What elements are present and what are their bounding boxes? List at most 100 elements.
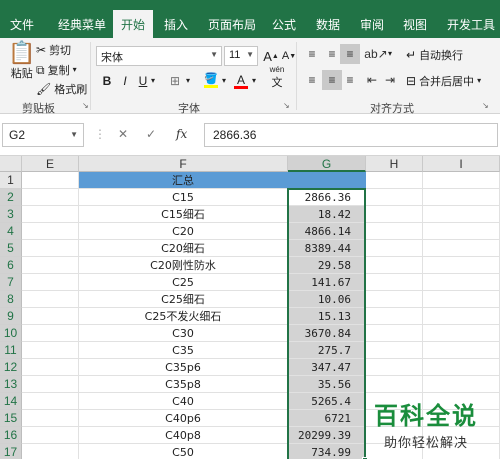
italic-button[interactable]: I	[116, 72, 134, 90]
tab-home[interactable]: 开始	[113, 10, 154, 38]
item-value-cell[interactable]: 10.06	[288, 291, 366, 308]
item-name-cell[interactable]: C25	[79, 274, 288, 291]
item-name-cell[interactable]: C40p8	[79, 427, 288, 444]
select-all-corner[interactable]	[0, 156, 22, 172]
item-value-cell[interactable]: 35.56	[288, 376, 366, 393]
chevron-down-icon[interactable]: ▾	[151, 77, 155, 85]
font-size-select[interactable]: 11 ▼	[224, 46, 258, 66]
tab-insert[interactable]: 插入	[164, 16, 188, 33]
item-name-cell[interactable]: C25细石	[79, 291, 288, 308]
item-value-cell[interactable]: 2866.36	[288, 189, 366, 206]
cell-h[interactable]	[366, 308, 423, 325]
chevron-down-icon[interactable]: ▾	[252, 77, 256, 85]
item-value-cell[interactable]: 8389.44	[288, 240, 366, 257]
cell-e[interactable]	[22, 410, 79, 427]
orientation-icon[interactable]: ab↗	[364, 44, 388, 64]
align-center-icon[interactable]: ≡	[322, 70, 342, 90]
cell-e[interactable]	[22, 274, 79, 291]
chevron-down-icon[interactable]: ▾	[186, 77, 190, 85]
summary-header-cell[interactable]: 汇总	[79, 172, 288, 189]
increase-font-icon[interactable]: A ▲	[262, 47, 280, 65]
chevron-down-icon[interactable]: ▾	[222, 77, 226, 85]
item-name-cell[interactable]: C20细石	[79, 240, 288, 257]
row-header[interactable]: 3	[0, 206, 22, 223]
paste-button[interactable]: 📋 粘贴	[8, 42, 35, 81]
row-header[interactable]: 14	[0, 393, 22, 410]
cell-h[interactable]	[366, 172, 423, 189]
item-name-cell[interactable]: C30	[79, 325, 288, 342]
item-name-cell[interactable]: C25不发火细石	[79, 308, 288, 325]
align-left-icon[interactable]: ≡	[302, 70, 322, 90]
cell-e[interactable]	[22, 325, 79, 342]
align-middle-icon[interactable]: ≡	[322, 44, 342, 64]
cell-i[interactable]	[423, 206, 500, 223]
item-value-cell[interactable]: 20299.39	[288, 427, 366, 444]
cell-e[interactable]	[22, 308, 79, 325]
row-header[interactable]: 11	[0, 342, 22, 359]
cell-h[interactable]	[366, 240, 423, 257]
cell-i[interactable]	[423, 376, 500, 393]
align-top-icon[interactable]: ≡	[302, 44, 322, 64]
cell-e[interactable]	[22, 342, 79, 359]
chevron-down-icon[interactable]: ▾	[388, 50, 392, 58]
row-header[interactable]: 9	[0, 308, 22, 325]
row-header[interactable]: 4	[0, 223, 22, 240]
cell-i[interactable]	[423, 308, 500, 325]
copy-button[interactable]: ⧉ 复制 ▾	[36, 62, 77, 78]
item-name-cell[interactable]: C50	[79, 444, 288, 459]
item-name-cell[interactable]: C20刚性防水	[79, 257, 288, 274]
cell-e[interactable]	[22, 206, 79, 223]
item-name-cell[interactable]: C35	[79, 342, 288, 359]
cell-e[interactable]	[22, 393, 79, 410]
item-name-cell[interactable]: C35p6	[79, 359, 288, 376]
item-name-cell[interactable]: C15	[79, 189, 288, 206]
formula-input[interactable]: 2866.36	[204, 123, 498, 147]
cell-h[interactable]	[366, 189, 423, 206]
item-value-cell[interactable]: 18.42	[288, 206, 366, 223]
item-value-cell[interactable]: 4866.14	[288, 223, 366, 240]
underline-button[interactable]: U	[134, 72, 152, 90]
cell-i[interactable]	[423, 359, 500, 376]
dialog-launcher-icon[interactable]: ↘	[482, 102, 489, 110]
cell-i[interactable]	[423, 223, 500, 240]
column-header-f[interactable]: F	[79, 156, 288, 172]
format-painter-button[interactable]: 🖌 格式刷	[36, 81, 87, 97]
font-color-button[interactable]: A	[232, 72, 250, 90]
cell-h[interactable]	[366, 223, 423, 240]
column-header-h[interactable]: H	[366, 156, 423, 172]
cell-e[interactable]	[22, 189, 79, 206]
row-header[interactable]: 7	[0, 274, 22, 291]
cell-i[interactable]	[423, 274, 500, 291]
tab-data[interactable]: 数据	[316, 16, 340, 33]
cell-e[interactable]	[22, 359, 79, 376]
name-box[interactable]: G2 ▼	[2, 123, 84, 147]
decrease-indent-icon[interactable]: ⇤	[362, 70, 382, 90]
cell-i[interactable]	[423, 240, 500, 257]
item-value-cell[interactable]: 141.67	[288, 274, 366, 291]
tab-classic-menu[interactable]: 经典菜单	[58, 16, 106, 33]
cell-e[interactable]	[22, 172, 79, 189]
tab-review[interactable]: 审阅	[360, 16, 384, 33]
cell-h[interactable]	[366, 325, 423, 342]
cell-h[interactable]	[366, 291, 423, 308]
item-value-cell[interactable]: 15.13	[288, 308, 366, 325]
item-name-cell[interactable]: C40	[79, 393, 288, 410]
tab-formulas[interactable]: 公式	[272, 16, 296, 33]
merge-center-button[interactable]: ⊟ 合并后居中 ▾	[406, 73, 481, 89]
cell-i[interactable]	[423, 342, 500, 359]
row-header[interactable]: 13	[0, 376, 22, 393]
cell-e[interactable]	[22, 444, 79, 459]
cell-e[interactable]	[22, 376, 79, 393]
item-value-cell[interactable]: 275.7	[288, 342, 366, 359]
cell-h[interactable]	[366, 342, 423, 359]
cell-e[interactable]	[22, 257, 79, 274]
cell-i[interactable]	[423, 172, 500, 189]
cell-e[interactable]	[22, 223, 79, 240]
cell-i[interactable]	[423, 291, 500, 308]
item-value-cell[interactable]: 5265.4	[288, 393, 366, 410]
cell-h[interactable]	[366, 206, 423, 223]
font-name-select[interactable]: 宋体 ▼	[96, 46, 222, 66]
tab-view[interactable]: 视图	[403, 16, 427, 33]
row-header[interactable]: 10	[0, 325, 22, 342]
check-icon[interactable]: ✓	[146, 127, 156, 141]
